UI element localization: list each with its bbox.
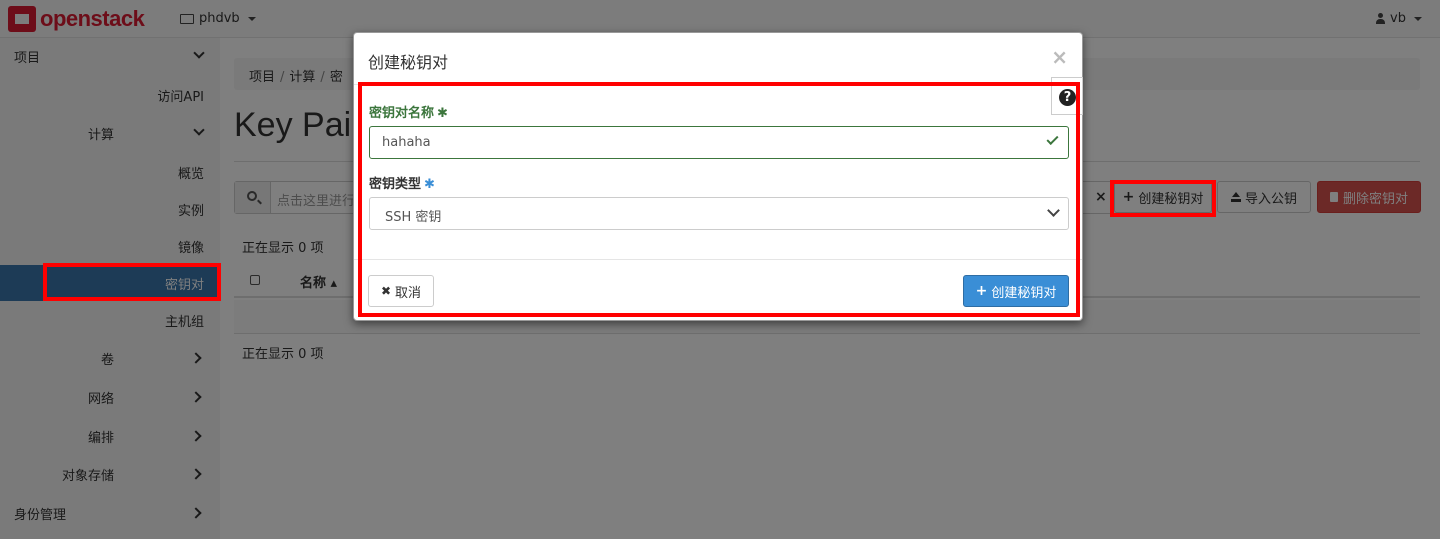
close-icon[interactable]: × [1051, 45, 1068, 69]
modal-header: 创建秘钥对 × [354, 33, 1082, 85]
highlight-box [358, 82, 1080, 317]
highlight-box [43, 263, 221, 301]
highlight-box [1110, 180, 1216, 217]
modal-title: 创建秘钥对 [368, 53, 449, 72]
